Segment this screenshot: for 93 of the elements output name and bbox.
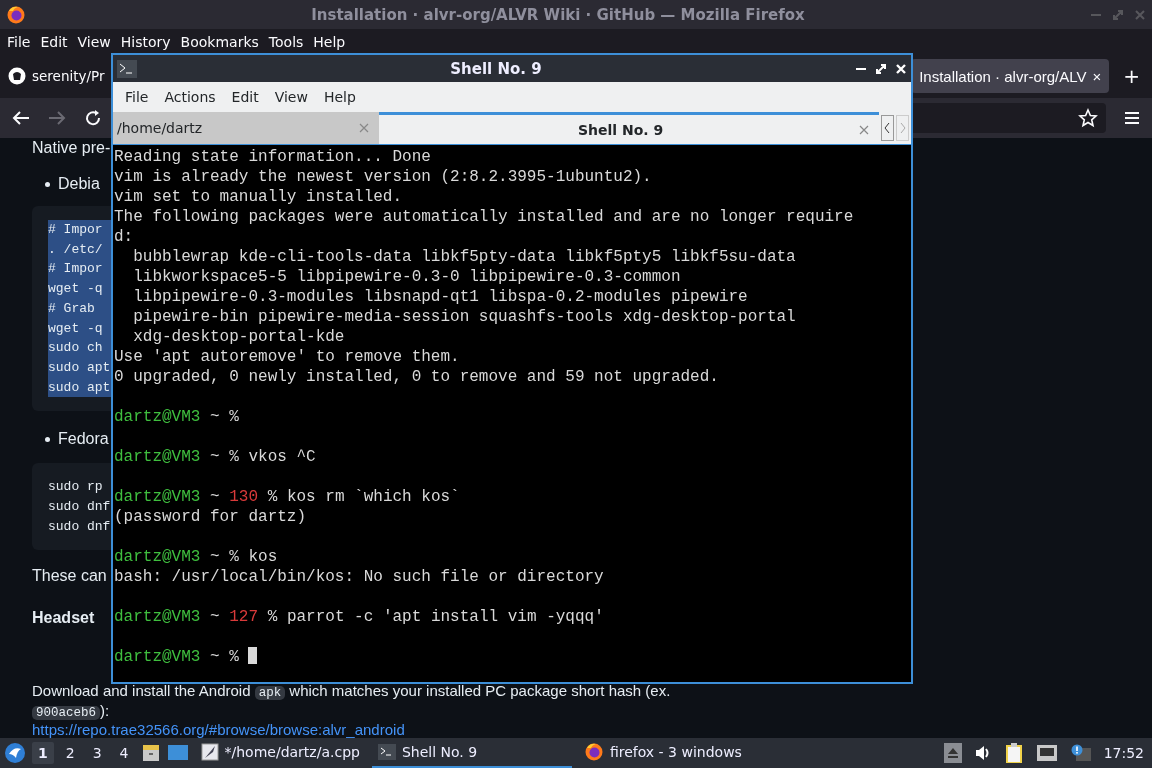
- prompt-user: dartz@VM3: [114, 548, 201, 566]
- new-tab-icon[interactable]: +: [1113, 64, 1150, 88]
- terminal-icon: [117, 59, 137, 78]
- prompt-path: ~: [210, 648, 220, 666]
- clipboard-icon[interactable]: [1003, 742, 1024, 764]
- terminal-line: bash: /usr/local/bin/kos: No such file or directory: [114, 567, 605, 587]
- window-title: Installation · alvr-org/ALVR Wiki · GitHub — Mozilla Firefox: [310, 5, 806, 24]
- desktop-icon[interactable]: [166, 744, 189, 762]
- prompt-symbol: %: [267, 608, 278, 626]
- clock: 17:52: [1103, 745, 1144, 761]
- address-bar[interactable]: [910, 103, 1106, 133]
- terminal-line: vim is already the newest version (2:8.2.3995-1ubuntu2).: [114, 167, 653, 187]
- menu-item[interactable]: Help: [308, 33, 351, 50]
- quill-icon: [200, 743, 219, 761]
- back-icon[interactable]: [12, 110, 30, 126]
- workspace-button[interactable]: 2: [59, 742, 81, 764]
- menu-item[interactable]: Bookmarks: [175, 33, 264, 50]
- paragraph: Native pre-: [32, 138, 111, 158]
- prompt-path: ~: [210, 448, 220, 466]
- file-cabinet-icon[interactable]: [140, 743, 161, 763]
- prompt-path: ~: [210, 608, 220, 626]
- workspace-button[interactable]: 4: [113, 742, 135, 764]
- terminal-tab[interactable]: /home/dartz: [113, 112, 379, 144]
- exit-status: 127: [229, 608, 259, 626]
- prompt-user: dartz@VM3: [114, 648, 201, 666]
- browser-tab[interactable]: Installation · alvr-org/ALV ×: [911, 59, 1110, 93]
- paragraph: Download and install the Android apk which matches your installed PC package short hash (ex. 900aceb6 ):: [32, 682, 671, 723]
- prompt-user: dartz@VM3: [114, 448, 201, 466]
- terminal-command: kos rm `which kos`: [286, 488, 460, 506]
- menu-item[interactable]: History: [115, 33, 176, 50]
- prompt-symbol: %: [229, 548, 239, 566]
- terminal-line: Reading state information... Done: [114, 147, 432, 167]
- section-heading: Headset: [32, 608, 95, 629]
- list-item: Debia: [58, 174, 100, 194]
- terminal-line: pipewire-bin pipewire-media-session squashfs-tools xdg-desktop-portal: [132, 307, 797, 327]
- prompt-path: ~: [210, 408, 220, 426]
- browser-tab[interactable]: serenity/Pr: [2, 59, 105, 93]
- taskbar-task[interactable]: firefox - 3 windows: [577, 738, 748, 768]
- bullet-icon: [45, 181, 50, 187]
- taskbar-task[interactable]: */home/dartz/a.cpp: [194, 738, 366, 768]
- menu-item[interactable]: Edit: [35, 33, 73, 50]
- prompt-path: ~: [210, 548, 220, 566]
- terminal-line: vim set to manually installed.: [114, 187, 404, 207]
- firefox-icon[interactable]: [6, 4, 26, 25]
- list-item: Fedora: [58, 429, 109, 450]
- terminal-command: vkos ^C: [248, 448, 316, 466]
- prompt-user: dartz@VM3: [114, 608, 201, 626]
- menu-item[interactable]: File: [117, 89, 157, 105]
- window-title: Shell No. 9: [449, 59, 543, 78]
- terminal-line: libpipewire-0.3-modules libsnapd-qt1 libspa-0.2-modules pipewire: [132, 287, 749, 307]
- terminal-icon: [377, 744, 396, 760]
- terminal-command: kos: [248, 548, 278, 566]
- repo-link[interactable]: https://repo.trae32566.org/#browse/browse:alvr_android: [32, 722, 405, 738]
- prompt-user: dartz@VM3: [114, 408, 201, 426]
- star-icon[interactable]: [1078, 108, 1098, 128]
- terminal-command: parrot -c 'apt install vim -yqqq': [286, 608, 604, 626]
- bullet-icon: [45, 436, 50, 442]
- terminal-line: (password for dartz): [114, 507, 308, 527]
- terminal-line: xdg-desktop-portal-kde: [132, 327, 346, 347]
- menu-item[interactable]: Edit: [223, 89, 267, 105]
- menu-item[interactable]: Actions: [156, 89, 224, 105]
- workspace-button[interactable]: 1: [32, 742, 54, 764]
- forward-icon[interactable]: [48, 110, 66, 126]
- menu-icon[interactable]: [1124, 111, 1140, 125]
- terminal-line: libkworkspace5-5 libpipewire-0.3-0 libpipewire-0.3-common: [132, 267, 682, 287]
- code-line: sudo dnf: [48, 517, 111, 536]
- prompt-symbol: %: [229, 448, 239, 466]
- terminal-line: bubblewrap kde-cli-tools-data libkf5pty-data libkf5pty5 libkf5su-data: [132, 247, 797, 267]
- eject-icon[interactable]: [943, 743, 962, 763]
- prompt-path: ~: [210, 488, 220, 506]
- exit-status: 130: [229, 488, 259, 506]
- menu-item[interactable]: File: [2, 33, 36, 50]
- menu-item[interactable]: View: [266, 89, 316, 105]
- workspace-button[interactable]: 3: [86, 742, 108, 764]
- menu-item[interactable]: View: [72, 33, 116, 50]
- paragraph: These can: [32, 566, 107, 587]
- close-icon[interactable]: ×: [1092, 67, 1102, 85]
- code-line: sudo rp: [48, 478, 103, 497]
- prompt-symbol: %: [267, 488, 278, 506]
- prompt-symbol: %: [229, 648, 239, 666]
- start-menu-icon[interactable]: [4, 742, 26, 764]
- prompt-user: dartz@VM3: [114, 488, 201, 506]
- code-line: sudo dnf: [48, 498, 111, 517]
- taskbar-task[interactable]: Shell No. 9: [371, 738, 572, 768]
- firefox-icon[interactable]: [583, 742, 604, 762]
- menu-item[interactable]: Help: [315, 89, 364, 105]
- github-icon: [8, 67, 26, 85]
- reload-icon[interactable]: [84, 109, 102, 127]
- menu-item[interactable]: Tools: [263, 33, 309, 50]
- scroll-left-icon[interactable]: [881, 115, 894, 141]
- prompt-symbol: %: [229, 408, 239, 426]
- notification-icon[interactable]: [1069, 744, 1092, 762]
- network-icon[interactable]: [1035, 744, 1058, 762]
